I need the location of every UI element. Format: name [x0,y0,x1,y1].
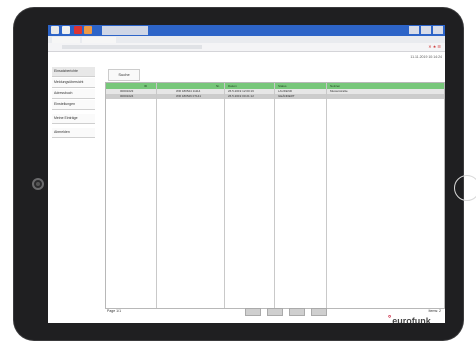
cell-date: 26.5.2019 00:21:12 [228,94,254,98]
sidebar-item-abmelden[interactable]: Abmelden [52,128,95,138]
url-field[interactable] [62,45,202,49]
refresh-icon[interactable] [84,26,92,34]
tab-bar [48,36,445,43]
first-page-button[interactable] [245,308,261,316]
minimize-button[interactable] [409,26,419,34]
tab-search[interactable]: Suche [108,69,140,81]
next-page-button[interactable] [289,308,305,316]
sidebar-item-meine-eintraege[interactable]: Meine Einträge [52,114,95,124]
logo-text: eurofunk [392,316,431,323]
start-icon[interactable] [51,26,59,34]
maximize-button[interactable] [421,26,431,34]
sidebar: Einsatzberichte Meldungsübersicht Adress… [52,67,95,139]
cell-status: GEÄNDERT [278,94,295,98]
sidebar-item-adressbuch[interactable]: Adressbuch [52,89,95,99]
pagination [245,308,327,316]
prev-page-button[interactable] [267,308,283,316]
column-divider [326,83,327,308]
home-button[interactable] [454,175,476,201]
datetime-label: 11.11.2019 10:14:24 [410,55,442,59]
toolbar-icons[interactable]: ✕ ★ ☰ [428,44,441,49]
column-divider [274,83,275,308]
results-table: ID Nr. Datum Status Notizen 00001023 WR … [105,82,445,309]
column-divider [224,83,225,308]
table-footer: Page 1/1 Items: 2 [105,307,443,316]
brand-logo: °eurofunk [388,314,431,323]
close-button[interactable] [433,26,443,34]
cell-id: 00001024 [120,94,134,98]
window-controls [409,26,443,34]
sidebar-item-meldungen[interactable]: Meldungsübersicht [52,78,95,88]
column-divider [156,83,157,308]
camera-icon [32,178,44,190]
cell-nr: WR 180526 07141 [176,94,202,98]
record-icon[interactable] [74,26,82,34]
sidebar-item-einstellungen[interactable]: Einstellungen [52,100,95,110]
folder-icon[interactable] [62,26,70,34]
items-count: Items: 2 [428,309,441,313]
last-page-button[interactable] [311,308,327,316]
window-tab[interactable] [102,26,148,35]
screen: ✕ ★ ☰ 11.11.2019 10:14:24 Einsatzbericht… [48,25,445,323]
page-indicator: Page 1/1 [107,309,122,313]
sidebar-item-einsatzberichte[interactable]: Einsatzberichte [52,67,95,77]
browser-titlebar [48,25,445,36]
logo-mark-icon: ° [388,314,392,323]
address-bar: ✕ ★ ☰ [48,43,445,52]
